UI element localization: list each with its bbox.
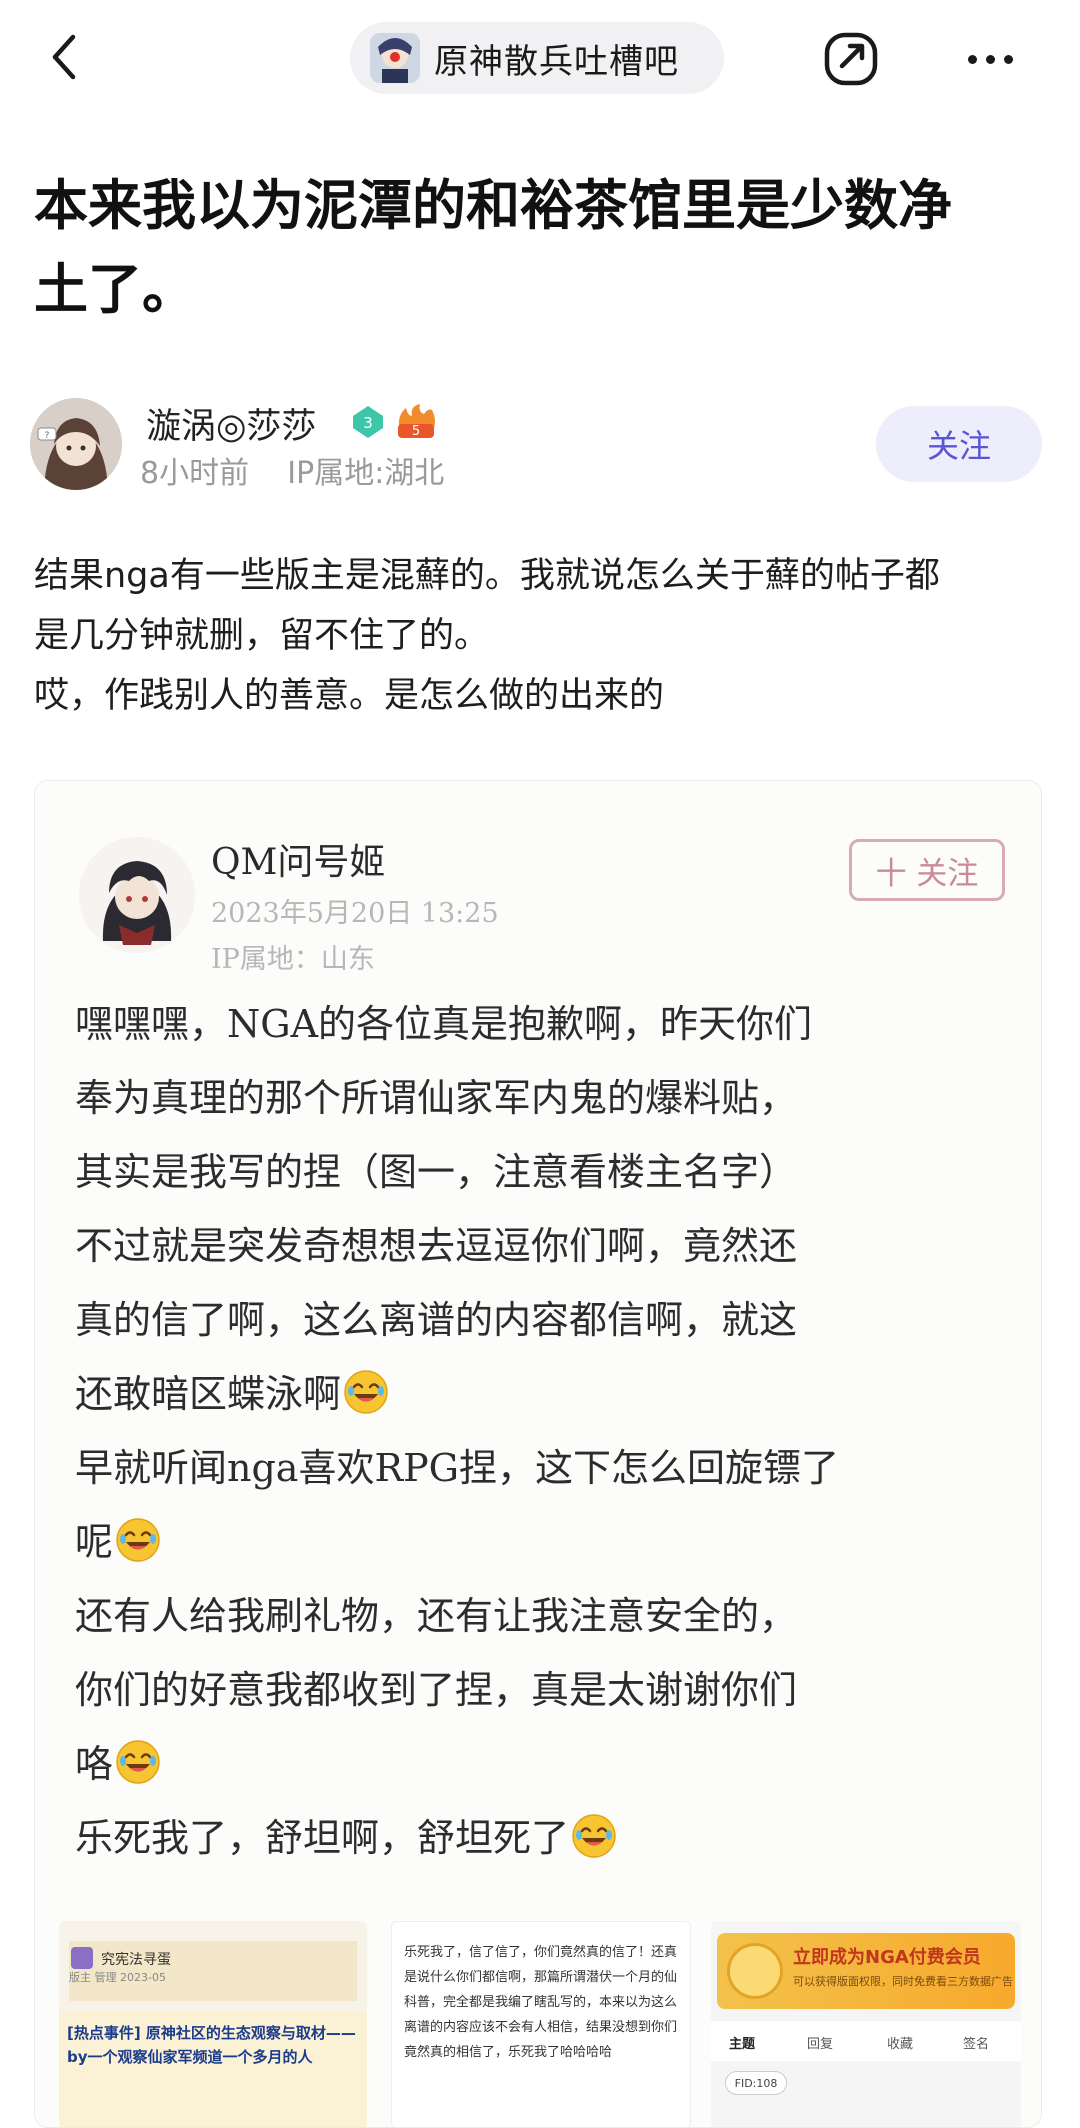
forum-avatar [370, 33, 420, 83]
embedded-avatar [79, 837, 195, 953]
embedded-text-line-content: 还有人给我刷礼物，还有让我注意安全的， [75, 1594, 798, 1638]
more-button[interactable] [950, 26, 1030, 92]
post-body-line: 结果nga有一些版主是混蘚的。我就说怎么关于蘚的帖子都 [34, 556, 940, 596]
share-icon [824, 32, 878, 86]
post-title-line: 土了。 [34, 258, 196, 321]
svg-text:?: ? [45, 431, 50, 441]
embedded-text-line: 还有人给我刷礼物，还有让我注意安全的， [75, 1579, 1025, 1653]
post-title-line: 本来我以为泥潭的和裕茶馆里是少数净 [34, 174, 952, 237]
embedded-text-line: 早就听闻nga喜欢RPG捏，这下怎么回旋镖了 [75, 1431, 1025, 1505]
embedded-text-line: 真的信了啊，这么离谱的内容都信啊，就这 [75, 1283, 1025, 1357]
thumb3-tab: 收藏 [887, 2037, 914, 2052]
laughing-emoji-icon [571, 1809, 617, 1858]
thumb3-tab: 签名 [963, 2037, 990, 2052]
embedded-text-line-content: 不过就是突发奇想想去逗逗你们啊，竟然还 [75, 1224, 798, 1268]
coin-icon [727, 1943, 783, 1999]
thumb3-tab: 回复 [807, 2037, 834, 2052]
embedded-date: 2023年5月20日 13:25 [211, 898, 499, 929]
more-dot [1003, 54, 1013, 64]
thumb3-tab: 主题 [729, 2037, 756, 2052]
thumbnail-3: 立即成为NGA付费会员 可以获得版面权限，同时免费看三方数据广告 主题 回复 收… [711, 1921, 1021, 2127]
thumb3-banner-sub: 可以获得版面权限，同时免费看三方数据广告 [793, 1975, 1013, 1988]
thumb1-title: [热点事件] 原神社区的生态观察与取材——by一个观察仙家军频道一个多月的人 [67, 2024, 356, 2066]
author-name[interactable]: 漩涡◎莎莎 [146, 398, 317, 449]
embedded-text-line: 呢 [75, 1505, 1025, 1579]
thumbnail-2: 乐死我了，信了信了，你们竟然真的信了！还真是说什么你们都信啊，那篇所谓潜伏一个月… [391, 1921, 691, 2127]
embedded-ip: IP属地：山东 [211, 944, 375, 975]
fire-badge-text: 5 [412, 424, 420, 439]
more-dot [967, 54, 977, 64]
embedded-text-line-content: 真的信了啊，这么离谱的内容都信啊，就这 [75, 1298, 798, 1342]
thumb1-forum-name: 究宪法寻蛋 [101, 1952, 171, 1968]
embedded-text-line-content: 奉为真理的那个所谓仙家军内鬼的爆料贴， [75, 1076, 798, 1120]
embedded-text-line-content: 乐死我了，舒坦啊，舒坦死了 [75, 1816, 570, 1860]
embedded-screenshot[interactable]: QM问号姬 2023年5月20日 13:25 IP属地：山东 十 关注 嘿嘿嘿，… [34, 780, 1042, 2128]
author-meta: 8小时前 IP属地:湖北 [140, 448, 444, 492]
level-badge-icon: 3 [350, 404, 386, 440]
post-body-line: 是几分钟就删，留不住了的。 [34, 616, 490, 656]
embedded-text-line: 还敢暗区蝶泳啊 [75, 1357, 1025, 1431]
embedded-text-line: 其实是我写的捏（图一，注意看楼主名字） [75, 1135, 1025, 1209]
embedded-text: 嘿嘿嘿，NGA的各位真是抱歉啊，昨天你们 奉为真理的那个所谓仙家军内鬼的爆料贴， 其… [75, 987, 1025, 1875]
embedded-text-line-content: 你们的好意我都收到了捏，真是太谢谢你们 [75, 1668, 798, 1712]
thumb3-banner-title: 立即成为NGA付费会员 [793, 1947, 981, 1968]
thumbnail-1: 究宪法寻蛋 版主 管理 2023-05 [热点事件] 原神社区的生态观察与取材—… [59, 1921, 367, 2127]
embedded-text-line-content: 咯 [75, 1742, 114, 1786]
chevron-left-icon [52, 34, 76, 80]
top-bar: 原神散兵吐槽吧 [0, 0, 1080, 118]
laughing-emoji-icon [115, 1513, 161, 1562]
post-ip: IP属地:湖北 [287, 456, 445, 491]
embedded-text-line: 不过就是突发奇想想去逗逗你们啊，竟然还 [75, 1209, 1025, 1283]
back-button[interactable] [34, 22, 94, 92]
laughing-emoji-icon [115, 1735, 161, 1784]
thumb1-sub: 版主 管理 2023-05 [69, 1971, 166, 1984]
embedded-author-name: QM问号姬 [211, 842, 386, 883]
post-body-line: 哎，作践别人的善意。是怎么做的出来的 [34, 676, 665, 716]
laughing-emoji-icon [343, 1365, 389, 1414]
embedded-follow-button: 十 关注 [849, 839, 1005, 901]
post-time: 8小时前 [140, 456, 250, 491]
forum-name: 原神散兵吐槽吧 [434, 41, 679, 82]
embedded-text-line-content: 早就听闻nga喜欢RPG捏，这下怎么回旋镖了 [75, 1446, 839, 1490]
thumb1-forum-icon [71, 1947, 93, 1969]
embedded-text-line-content: 嘿嘿嘿，NGA的各位真是抱歉啊，昨天你们 [75, 1002, 813, 1046]
thumb2-text: 乐死我了，信了信了，你们竟然真的信了！还真是说什么你们都信啊，那篇所谓潜伏一个月… [404, 1945, 678, 2060]
forum-pill[interactable]: 原神散兵吐槽吧 [350, 22, 724, 94]
embedded-text-line-content: 呢 [75, 1520, 114, 1564]
level-badge-text: 3 [363, 414, 373, 432]
share-button[interactable] [818, 26, 884, 92]
embedded-text-line: 乐死我了，舒坦啊，舒坦死了 [75, 1801, 1025, 1875]
thumb3-tag: FID:108 [725, 2071, 787, 2095]
embedded-text-line-content: 还敢暗区蝶泳啊 [75, 1372, 342, 1416]
more-dot [985, 54, 995, 64]
follow-button[interactable]: 关注 [876, 406, 1042, 482]
author-avatar[interactable]: ? [30, 398, 122, 490]
post-body: 结果nga有一些版主是混蘚的。我就说怎么关于蘚的帖子都 是几分钟就删，留不住了的… [34, 546, 1044, 726]
embedded-text-line: 奉为真理的那个所谓仙家军内鬼的爆料贴， [75, 1061, 1025, 1135]
embedded-text-line: 你们的好意我都收到了捏，真是太谢谢你们 [75, 1653, 1025, 1727]
embedded-text-line: 嘿嘿嘿，NGA的各位真是抱歉啊，昨天你们 [75, 987, 1025, 1061]
fire-badge-icon: 5 [394, 402, 438, 440]
embedded-text-line: 咯 [75, 1727, 1025, 1801]
embedded-text-line-content: 其实是我写的捏（图一，注意看楼主名字） [75, 1150, 798, 1194]
post-title: 本来我以为泥潭的和裕茶馆里是少数净 土了。 [34, 164, 1034, 332]
